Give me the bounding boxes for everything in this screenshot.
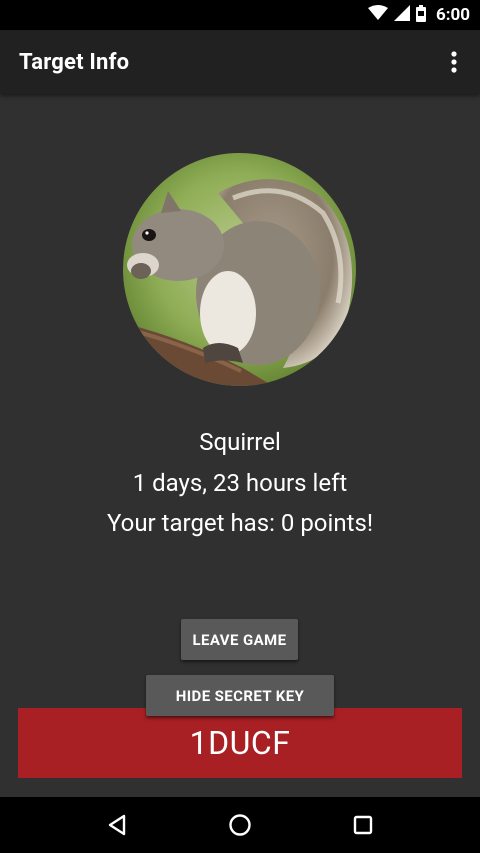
app-bar: Target Info xyxy=(0,30,480,94)
target-avatar xyxy=(123,153,356,386)
home-icon xyxy=(229,814,251,836)
leave-game-button[interactable]: LEAVE GAME xyxy=(181,619,298,660)
hide-secret-key-button[interactable]: HIDE SECRET KEY xyxy=(146,675,334,716)
nav-back-button[interactable] xyxy=(93,801,141,849)
back-icon xyxy=(108,814,125,836)
battery-icon xyxy=(415,4,426,26)
signal-icon xyxy=(393,5,410,25)
wifi-icon xyxy=(367,5,388,25)
secret-key-text: 1DUCF xyxy=(189,724,291,762)
target-name: Squirrel xyxy=(199,428,281,456)
system-nav-bar xyxy=(0,797,480,853)
overflow-menu-button[interactable] xyxy=(442,46,466,78)
squirrel-image xyxy=(123,153,356,386)
status-time: 6:00 xyxy=(435,5,470,25)
status-bar: 6:00 xyxy=(0,0,480,30)
more-vert-icon xyxy=(451,51,457,73)
time-left: 1 days, 23 hours left xyxy=(132,469,348,497)
target-points: Your target has: 0 points! xyxy=(106,509,374,537)
nav-home-button[interactable] xyxy=(216,801,264,849)
page-title: Target Info xyxy=(19,49,130,75)
nav-recents-button[interactable] xyxy=(339,801,387,849)
recents-icon xyxy=(354,815,373,835)
secret-key-display: 1DUCF xyxy=(18,708,462,778)
